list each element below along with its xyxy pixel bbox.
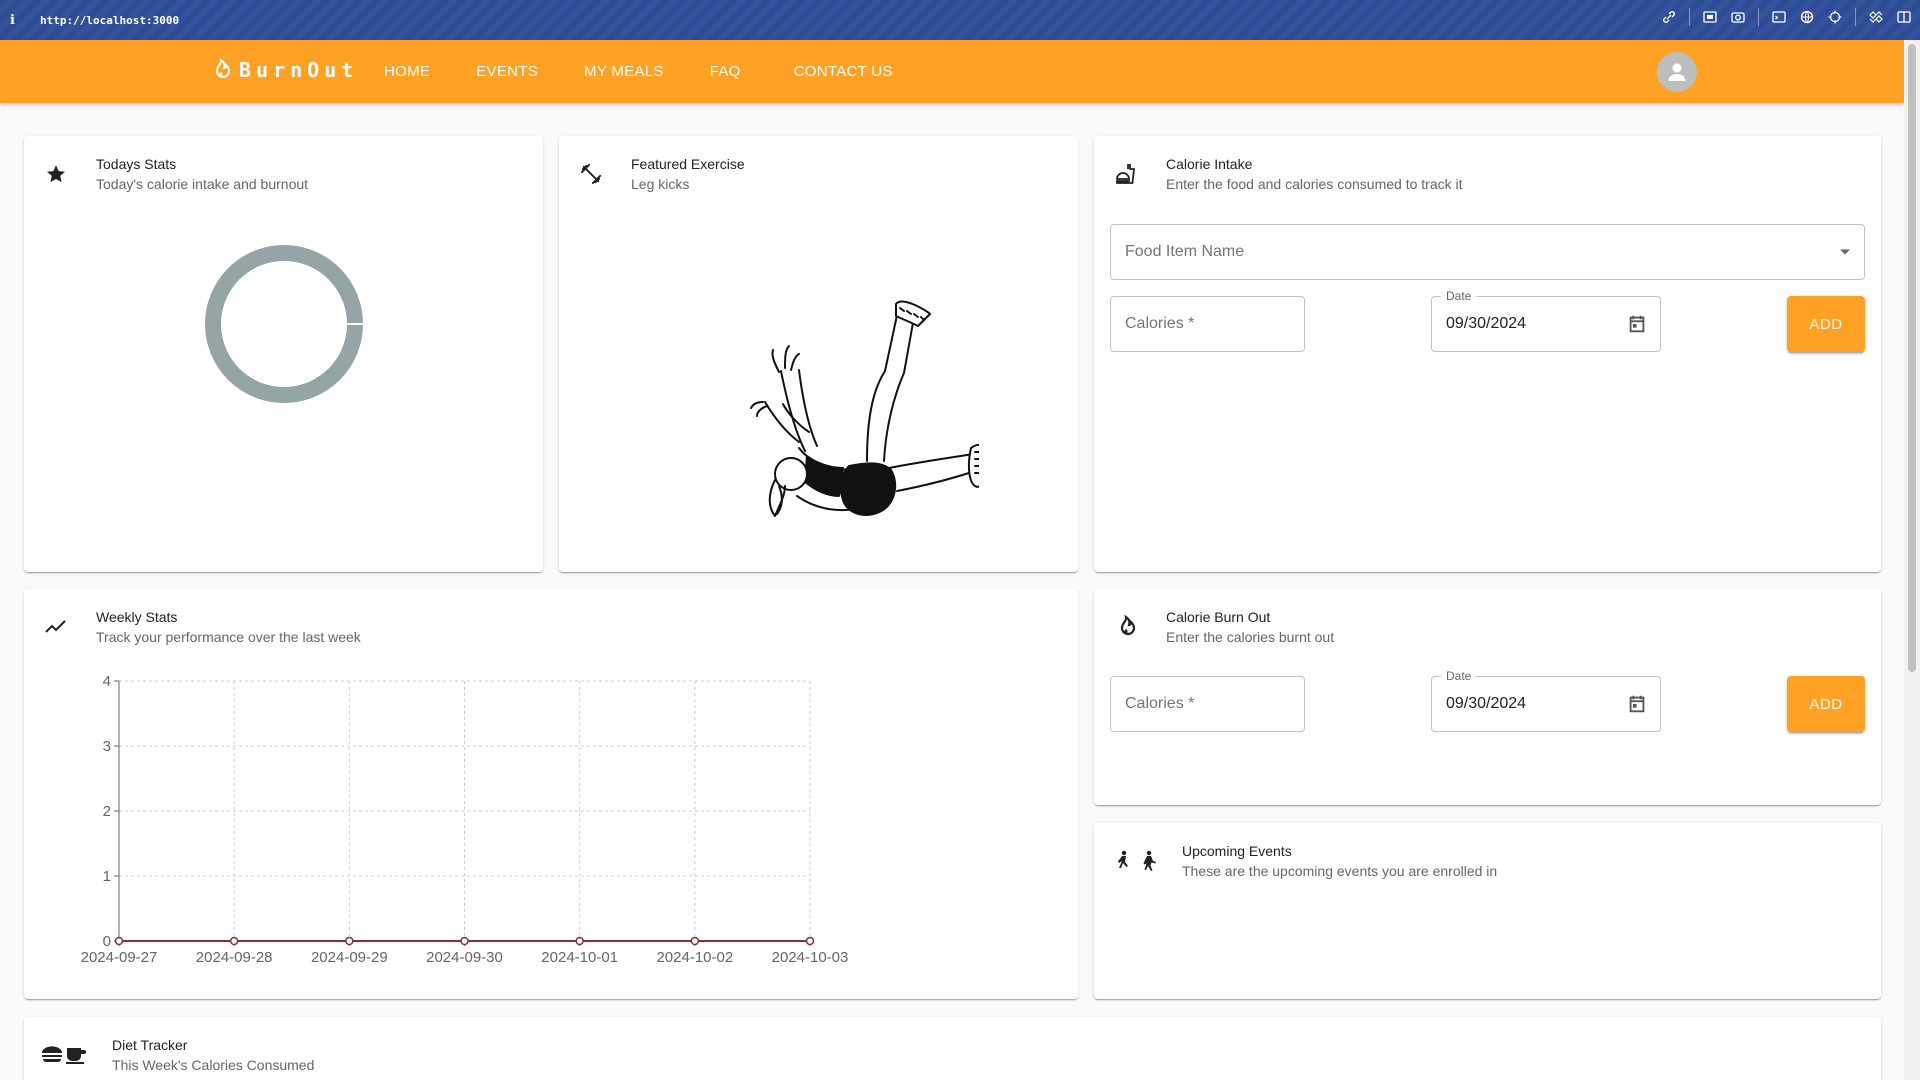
calorie-intake-card: Calorie Intake Enter the food and calori… xyxy=(1094,136,1881,572)
calorie-burnout-card: Calorie Burn Out Enter the calories burn… xyxy=(1094,589,1881,805)
intake-calories-input[interactable]: Calories * xyxy=(1110,296,1305,352)
nav-my-meals[interactable]: MY MEALS xyxy=(584,63,664,80)
x-tick-label: 2024-09-28 xyxy=(196,949,273,966)
terminal-icon[interactable] xyxy=(1771,9,1787,25)
upcoming-events-card: Upcoming Events These are the upcoming e… xyxy=(1094,823,1881,999)
avatar[interactable] xyxy=(1657,52,1697,92)
card-subtitle: This Week's Calories Consumed xyxy=(112,1057,315,1073)
intake-date-input[interactable]: Date 09/30/2024 xyxy=(1431,289,1661,352)
meal-icon xyxy=(40,1039,88,1071)
burnout-calories-input[interactable]: Calories * xyxy=(1110,676,1305,732)
leg-kicks-illustration xyxy=(750,300,979,517)
toolbar-divider xyxy=(1758,8,1759,26)
main-nav: HOME EVENTS MY MEALS FAQ CONTACT US xyxy=(384,40,939,103)
browser-address-bar: i http://localhost:3000 xyxy=(0,0,1920,40)
date-value: 09/30/2024 xyxy=(1446,315,1527,332)
data-point xyxy=(575,936,584,946)
card-subtitle: Today's calorie intake and burnout xyxy=(96,176,309,192)
y-tick-label: 4 xyxy=(103,673,111,690)
nav-home[interactable]: HOME xyxy=(384,63,430,80)
card-title: Todays Stats xyxy=(96,156,177,172)
burnout-date-input[interactable]: Date 09/30/2024 xyxy=(1431,669,1661,732)
x-tick-label: 2024-10-03 xyxy=(772,949,849,966)
burnout-add-button[interactable]: ADD xyxy=(1787,676,1865,732)
sidebar-toggle-icon[interactable] xyxy=(1896,9,1912,25)
calories-placeholder: Calories * xyxy=(1125,695,1195,712)
y-tick-label: 1 xyxy=(103,868,111,885)
url-text[interactable]: http://localhost:3000 xyxy=(40,14,179,27)
sports-icon xyxy=(1110,845,1166,877)
browser-toolbar xyxy=(1661,8,1912,26)
fastfood-icon xyxy=(1110,158,1142,190)
card-title: Calorie Intake xyxy=(1166,156,1253,172)
calendar-icon[interactable] xyxy=(1626,313,1648,335)
featured-exercise-card: Featured Exercise Leg kicks xyxy=(559,136,1078,572)
link-icon[interactable] xyxy=(1661,9,1677,25)
date-value: 09/30/2024 xyxy=(1446,695,1527,712)
todays-stats-card: Todays Stats Today's calorie intake and … xyxy=(24,136,543,572)
scroll-thumb[interactable] xyxy=(1908,44,1916,672)
brand-logo[interactable]: BurnOut xyxy=(211,58,358,82)
date-label: Date xyxy=(1441,669,1477,683)
food-item-placeholder: Food Item Name xyxy=(1125,243,1245,260)
data-point xyxy=(690,936,700,946)
x-tick-label: 2024-10-02 xyxy=(656,949,733,966)
card-subtitle: Enter the food and calories consumed to … xyxy=(1166,176,1463,192)
card-title: Calorie Burn Out xyxy=(1166,609,1271,625)
crosshair-icon[interactable] xyxy=(1827,9,1843,25)
card-title: Diet Tracker xyxy=(112,1037,188,1053)
x-tick-label: 2024-09-30 xyxy=(426,949,503,966)
card-subtitle: Leg kicks xyxy=(631,176,690,192)
calendar-icon[interactable] xyxy=(1626,693,1648,715)
chevron-down-icon xyxy=(1840,249,1850,255)
calorie-donut-chart xyxy=(205,245,365,403)
nav-faq[interactable]: FAQ xyxy=(710,63,741,80)
data-point xyxy=(805,936,815,946)
card-subtitle: Enter the calories burnt out xyxy=(1166,629,1335,645)
x-tick-label: 2024-09-27 xyxy=(81,949,158,966)
diet-tracker-card: Diet Tracker This Week's Calories Consum… xyxy=(24,1017,1881,1080)
y-tick-label: 3 xyxy=(103,738,111,755)
flame-icon xyxy=(215,59,231,78)
card-subtitle: These are the upcoming events you are en… xyxy=(1182,863,1498,879)
intake-add-button[interactable]: ADD xyxy=(1787,296,1865,352)
camera-icon[interactable] xyxy=(1730,9,1746,25)
fire-icon xyxy=(1110,611,1142,643)
dumbbell-icon xyxy=(575,158,607,190)
date-label: Date xyxy=(1441,289,1477,303)
card-title: Featured Exercise xyxy=(631,156,745,172)
app-header: BurnOut HOME EVENTS MY MEALS FAQ CONTACT… xyxy=(0,40,1904,103)
nav-contact-us[interactable]: CONTACT US xyxy=(794,63,893,80)
data-point xyxy=(460,936,469,946)
food-item-select[interactable]: Food Item Name xyxy=(1110,224,1865,280)
donut-ring xyxy=(205,245,363,403)
user-icon xyxy=(1668,63,1686,81)
data-point xyxy=(345,936,354,946)
toolbar-divider xyxy=(1855,8,1856,26)
globe-icon[interactable] xyxy=(1799,9,1815,25)
calories-placeholder: Calories * xyxy=(1125,315,1195,332)
toolbar-divider xyxy=(1689,8,1690,26)
info-icon[interactable]: i xyxy=(10,13,32,28)
data-point xyxy=(114,936,124,946)
card-title: Upcoming Events xyxy=(1182,843,1292,859)
screenshot-icon[interactable] xyxy=(1702,9,1718,25)
data-point xyxy=(229,936,239,946)
nav-events[interactable]: EVENTS xyxy=(476,63,538,80)
weekly-line-chart: 0 1 2 3 4 2024-09-27 2024-09-28 2024-09-29 2024-… xyxy=(81,673,849,966)
x-tick-label: 2024-09-29 xyxy=(311,949,388,966)
y-tick-label: 2 xyxy=(103,803,111,820)
y-tick-label: 0 xyxy=(103,933,111,950)
extension-icon[interactable] xyxy=(1868,9,1884,25)
star-icon xyxy=(40,158,72,190)
brand-name: BurnOut xyxy=(239,58,359,82)
x-tick-label: 2024-10-01 xyxy=(541,949,618,966)
weekly-stats-card: Weekly Stats Track your performance over… xyxy=(24,589,1078,999)
page-scrollbar[interactable] xyxy=(1904,40,1920,1080)
